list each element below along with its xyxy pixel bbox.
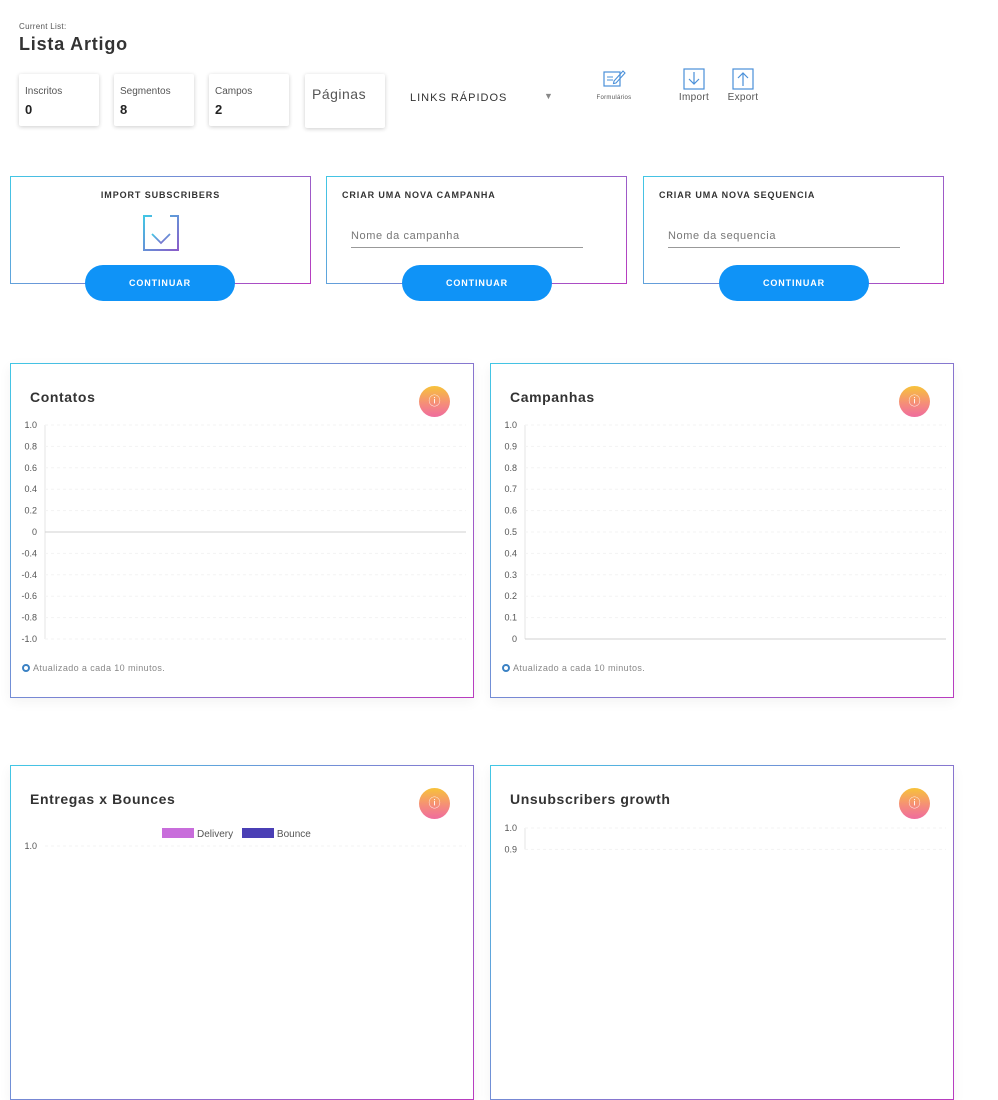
y-tick-label: 0.3 [504,570,517,580]
update-text: Atualizado a cada 10 minutos. [33,663,166,673]
unsubscribers-title: Unsubscribers growth [510,791,671,807]
entregas-card: Entregas x Bounces ⓘ Delivery Bounce 1.0 [10,765,474,1100]
stat-value: 0 [25,102,33,117]
contatos-title: Contatos [30,389,96,405]
new-campaign-title: CRIAR UMA NOVA CAMPANHA [342,190,496,200]
y-tick-label: 1.0 [504,420,517,430]
import-label: Import [678,92,710,103]
refresh-icon [502,664,510,672]
y-tick-label: 0.1 [504,613,517,623]
entregas-title: Entregas x Bounces [30,791,176,807]
y-tick-label: -0.4 [21,548,37,558]
stat-campos[interactable]: Campos 2 [209,74,289,126]
stat-inscritos[interactable]: Inscritos 0 [19,74,99,126]
y-tick-label: 0.6 [504,506,517,516]
y-tick-label: 0 [512,634,517,644]
y-tick-label: 1.0 [24,841,37,851]
stat-value: 8 [120,102,128,117]
y-tick-label: 0.2 [504,591,517,601]
new-sequence-title: CRIAR UMA NOVA SEQUENCIA [659,190,816,200]
y-tick-label: 1.0 [504,823,517,833]
y-tick-label: -0.6 [21,591,37,601]
y-tick-label: 0.8 [24,441,37,451]
paginas-label: Páginas [312,86,367,102]
contatos-chart: 1.0 0.8 0.6 0.4 0.2 0 -0.4 -0.4 -0.6 -0.8 -1.0 [21,420,466,644]
current-list-label: Current List: [19,22,67,31]
y-tick-label: 0.4 [504,548,517,558]
delivery-swatch [162,828,194,838]
y-tick-label: -1.0 [21,634,37,644]
import-continue-button[interactable]: CONTINUAR [85,265,235,301]
y-tick-label: 0 [32,527,37,537]
y-tick-label: 0.9 [504,441,517,451]
campaign-continue-button[interactable]: CONTINUAR [402,265,552,301]
refresh-icon [22,664,30,672]
stat-value: 2 [215,102,223,117]
export-label: Export [727,92,759,103]
entregas-chart: 1.0 [24,841,466,851]
update-text: Atualizado a cada 10 minutos. [513,663,646,673]
contatos-card: Contatos ⓘ 1.0 0.8 0.6 0.4 0.2 0 -0.4 -0.4 -0.6 -… [10,363,474,698]
y-tick-label: 0.5 [504,527,517,537]
unsubscribers-chart: 1.0 0.9 [504,823,946,854]
y-tick-label: 0.2 [24,506,37,516]
y-tick-label: 0.7 [504,484,517,494]
update-note: Atualizado a cada 10 minutos. [502,663,645,673]
campanhas-chart: 1.0 0.9 0.8 0.7 0.6 0.5 0.4 0.3 0.2 0.1 0 [504,420,946,644]
import-link[interactable]: Import [676,68,712,103]
export-icon [732,68,754,90]
y-tick-label: 0.8 [504,463,517,473]
stat-segmentos[interactable]: Segmentos 8 [114,74,194,126]
campanhas-title: Campanhas [510,389,595,405]
sequence-name-input[interactable] [668,224,900,248]
y-tick-label: -0.4 [21,570,37,580]
export-link[interactable]: Export [724,68,762,103]
info-icon[interactable]: ⓘ [899,386,930,417]
y-tick-label: 0.9 [504,844,517,854]
y-tick-label: 1.0 [24,420,37,430]
y-tick-label: 0.6 [24,463,37,473]
import-icon [683,68,705,90]
info-icon[interactable]: ⓘ [899,788,930,819]
info-icon[interactable]: ⓘ [419,386,450,417]
stat-label: Segmentos [120,86,171,97]
campanhas-card: Campanhas ⓘ 1.0 0.9 0.8 0.7 0.6 0.5 0.4 0.3 0.2 0… [490,363,954,698]
formularios-link[interactable]: Formulários [588,68,640,101]
import-icon[interactable] [142,214,180,252]
chevron-down-icon[interactable]: ▼ [544,91,553,101]
form-edit-icon [603,70,626,87]
y-tick-label: 0.4 [24,484,37,494]
bounce-swatch [241,828,274,838]
info-icon[interactable]: ⓘ [419,788,450,819]
quick-links-dropdown[interactable]: LINKS RÁPIDOS [410,92,507,104]
stat-label: Campos [215,86,253,97]
update-note: Atualizado a cada 10 minutos. [22,663,165,673]
campaign-name-input[interactable] [351,224,583,248]
sequence-continue-button[interactable]: CONTINUAR [719,265,869,301]
y-tick-label: -0.8 [21,613,37,623]
stat-label: Inscritos [25,86,63,97]
paginas-button[interactable]: Páginas [305,74,385,128]
unsubscribers-card: Unsubscribers growth ⓘ 1.0 0.9 [490,765,954,1100]
list-title: Lista Artigo [19,34,128,54]
formularios-label: Formulários [596,95,632,101]
import-subscribers-title: IMPORT SUBSCRIBERS [100,190,221,200]
